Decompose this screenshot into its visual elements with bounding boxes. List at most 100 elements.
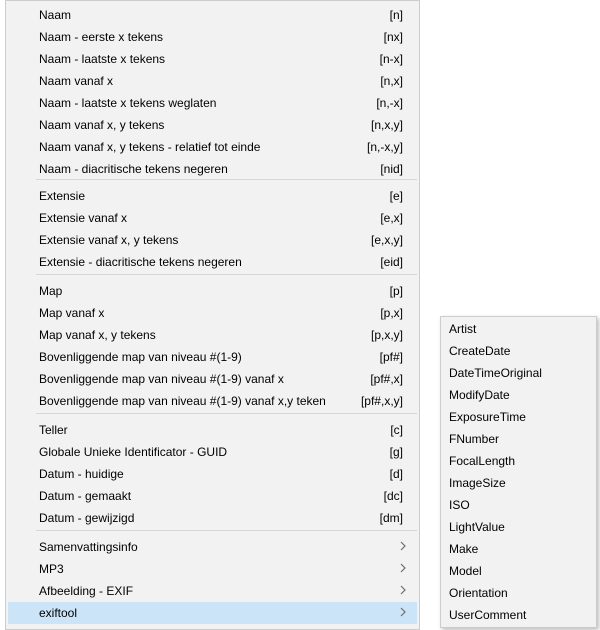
menu-item-label: Bovenliggende map van niveau #(1-9) vana… xyxy=(39,394,326,408)
menu-item-shortcut: [p] xyxy=(389,284,403,298)
submenu-item-imagesize[interactable]: ImageSize xyxy=(443,472,594,494)
menu-item-label: Naam vanaf x, y tekens - relatief tot ei… xyxy=(39,140,261,154)
menu-item-label: Naam xyxy=(39,8,72,22)
submenu-item-label: FNumber xyxy=(449,432,500,446)
menu-item-label: Extensie vanaf x, y tekens xyxy=(39,233,179,247)
menu-item-bovenliggende-map-van-niveau-1-9[interactable]: Bovenliggende map van niveau #(1-9) [pf#] xyxy=(8,346,417,368)
menu-item-extensie[interactable]: Extensie [e] xyxy=(8,185,417,207)
menu-item-label: Naam - eerste x tekens xyxy=(39,30,164,44)
exiftool-submenu: Artist CreateDate DateTimeOriginal ModifyDa… xyxy=(440,316,597,628)
menu-item-shortcut: [pf#,x] xyxy=(370,372,403,386)
chevron-right-icon xyxy=(399,606,407,618)
menu-item-shortcut: [pf#,x,y] xyxy=(360,394,403,408)
menu-item-shortcut: [n-x] xyxy=(379,52,403,66)
context-menu: Naam [n] Naam - eerste x tekens [nx] Naam - … xyxy=(5,0,420,630)
menu-item-label: Extensie vanaf x xyxy=(39,211,128,225)
menu-item-shortcut: [n] xyxy=(389,8,403,22)
menu-item-label: Datum - huidige xyxy=(39,467,124,481)
menu-item-label: Extensie xyxy=(39,189,86,203)
menu-item-label: Afbeelding - EXIF xyxy=(39,584,134,598)
menu-item-label: MP3 xyxy=(39,562,64,576)
menu-item-label: Globale Unieke Identificator - GUID xyxy=(39,445,228,459)
submenu-item-fnumber[interactable]: FNumber xyxy=(443,428,594,450)
menu-item-map-vanaf-x-y-tekens[interactable]: Map vanaf x, y tekens [p,x,y] xyxy=(8,324,417,346)
menu-item-shortcut: [nx] xyxy=(383,30,403,44)
menu-separator xyxy=(36,179,417,180)
menu-separator xyxy=(36,413,417,414)
menu-item-naam-eerste-x-tekens[interactable]: Naam - eerste x tekens [nx] xyxy=(8,26,417,48)
submenu-item-label: FocalLength xyxy=(449,454,516,468)
submenu-item-label: UserComment xyxy=(449,608,527,622)
menu-item-label: Naam - diacritische tekens negeren xyxy=(39,162,228,176)
submenu-item-exposuretime[interactable]: ExposureTime xyxy=(443,406,594,428)
menu-item-shortcut: [g] xyxy=(389,445,403,459)
submenu-item-orientation[interactable]: Orientation xyxy=(443,582,594,604)
submenu-item-lightvalue[interactable]: LightValue xyxy=(443,516,594,538)
menu-item-shortcut: [e,x,y] xyxy=(370,233,403,247)
menu-item-label: Naam vanaf x, y tekens xyxy=(39,118,165,132)
menu-item-naam-vanaf-x[interactable]: Naam vanaf x [n,x] xyxy=(8,70,417,92)
menu-item-label: Extensie - diacritische tekens negeren xyxy=(39,255,242,269)
submenu-item-modifydate[interactable]: ModifyDate xyxy=(443,384,594,406)
menu-item-bovenliggende-map-van-niveau-1-9-vanaf-x-y-teken[interactable]: Bovenliggende map van niveau #(1-9) vana… xyxy=(8,390,417,412)
submenu-item-focallength[interactable]: FocalLength xyxy=(443,450,594,472)
submenu-item-artist[interactable]: Artist xyxy=(443,318,594,340)
menu-item-map[interactable]: Map [p] xyxy=(8,280,417,302)
menu-item-naam-laatste-x-tekens-weglaten[interactable]: Naam - laatste x tekens weglaten [n,-x] xyxy=(8,92,417,114)
menu-item-shortcut: [n,-x] xyxy=(376,96,403,110)
menu-item-samenvattingsinfo[interactable]: Samenvattingsinfo xyxy=(8,536,417,558)
menu-item-naam[interactable]: Naam [n] xyxy=(8,4,417,26)
submenu-item-label: ModifyDate xyxy=(449,388,510,402)
menu-item-label: Samenvattingsinfo xyxy=(39,540,138,554)
menu-item-shortcut: [n,-x,y] xyxy=(366,140,403,154)
menu-item-label: Datum - gewijzigd xyxy=(39,511,135,525)
menu-item-shortcut: [dm] xyxy=(379,511,403,525)
menu-item-mp3[interactable]: MP3 xyxy=(8,558,417,580)
menu-item-shortcut: [n,x,y] xyxy=(370,118,403,132)
menu-item-extensie-vanaf-x[interactable]: Extensie vanaf x [e,x] xyxy=(8,207,417,229)
menu-item-datum-huidige[interactable]: Datum - huidige [d] xyxy=(8,463,417,485)
submenu-item-createdate[interactable]: CreateDate xyxy=(443,340,594,362)
submenu-item-iso[interactable]: ISO xyxy=(443,494,594,516)
submenu-item-label: Orientation xyxy=(449,586,508,600)
submenu-item-usercomment[interactable]: UserComment xyxy=(443,604,594,626)
menu-item-globale-unieke-identificator-guid[interactable]: Globale Unieke Identificator - GUID [g] xyxy=(8,441,417,463)
submenu-item-datetimeoriginal[interactable]: DateTimeOriginal xyxy=(443,362,594,384)
menu-item-shortcut: [p,x,y] xyxy=(370,328,403,342)
submenu-item-model[interactable]: Model xyxy=(443,560,594,582)
menu-item-naam-diacritische-tekens-negeren[interactable]: Naam - diacritische tekens negeren [nid] xyxy=(8,158,417,180)
menu-item-extensie-diacritische-tekens-negeren[interactable]: Extensie - diacritische tekens negeren [e… xyxy=(8,251,417,273)
submenu-item-label: LightValue xyxy=(449,520,505,534)
menu-item-naam-laatste-x-tekens[interactable]: Naam - laatste x tekens [n-x] xyxy=(8,48,417,70)
menu-item-extensie-vanaf-x-y-tekens[interactable]: Extensie vanaf x, y tekens [e,x,y] xyxy=(8,229,417,251)
menu-item-shortcut: [pf#] xyxy=(379,350,403,364)
menu-item-exiftool[interactable]: exiftool xyxy=(8,602,417,624)
menu-item-naam-vanaf-x-y-tekens[interactable]: Naam vanaf x, y tekens [n,x,y] xyxy=(8,114,417,136)
submenu-item-label: DateTimeOriginal xyxy=(449,366,542,380)
menu-item-afbeelding-exif[interactable]: Afbeelding - EXIF xyxy=(8,580,417,602)
menu-item-shortcut: [n,x] xyxy=(380,74,403,88)
menu-item-shortcut: [eid] xyxy=(380,255,403,269)
submenu-item-label: ISO xyxy=(449,498,470,512)
menu-item-label: Datum - gemaakt xyxy=(39,489,132,503)
menu-item-shortcut: [e,x] xyxy=(380,211,403,225)
menu-item-datum-gemaakt[interactable]: Datum - gemaakt [dc] xyxy=(8,485,417,507)
submenu-item-make[interactable]: Make xyxy=(443,538,594,560)
menu-item-label: Map vanaf x xyxy=(39,306,105,320)
menu-item-datum-gewijzigd[interactable]: Datum - gewijzigd [dm] xyxy=(8,507,417,529)
menu-item-label: Map vanaf x, y tekens xyxy=(39,328,156,342)
chevron-right-icon xyxy=(399,562,407,574)
menu-item-shortcut: [c] xyxy=(390,423,403,437)
menu-item-shortcut: [p,x] xyxy=(380,306,403,320)
menu-item-naam-vanaf-x-y-tekens-relatief-tot-einde[interactable]: Naam vanaf x, y tekens - relatief tot ei… xyxy=(8,136,417,158)
menu-item-bovenliggende-map-van-niveau-1-9-vanaf-x[interactable]: Bovenliggende map van niveau #(1-9) vana… xyxy=(8,368,417,390)
submenu-item-label: Model xyxy=(449,564,482,578)
menu-item-label: Naam - laatste x tekens xyxy=(39,52,166,66)
menu-item-map-vanaf-x[interactable]: Map vanaf x [p,x] xyxy=(8,302,417,324)
menu-item-label: Teller xyxy=(39,423,68,437)
menu-item-shortcut: [dc] xyxy=(383,489,403,503)
submenu-item-label: Artist xyxy=(449,322,477,336)
menu-separator xyxy=(36,530,417,531)
menu-item-teller[interactable]: Teller [c] xyxy=(8,419,417,441)
submenu-item-label: ImageSize xyxy=(449,476,506,490)
